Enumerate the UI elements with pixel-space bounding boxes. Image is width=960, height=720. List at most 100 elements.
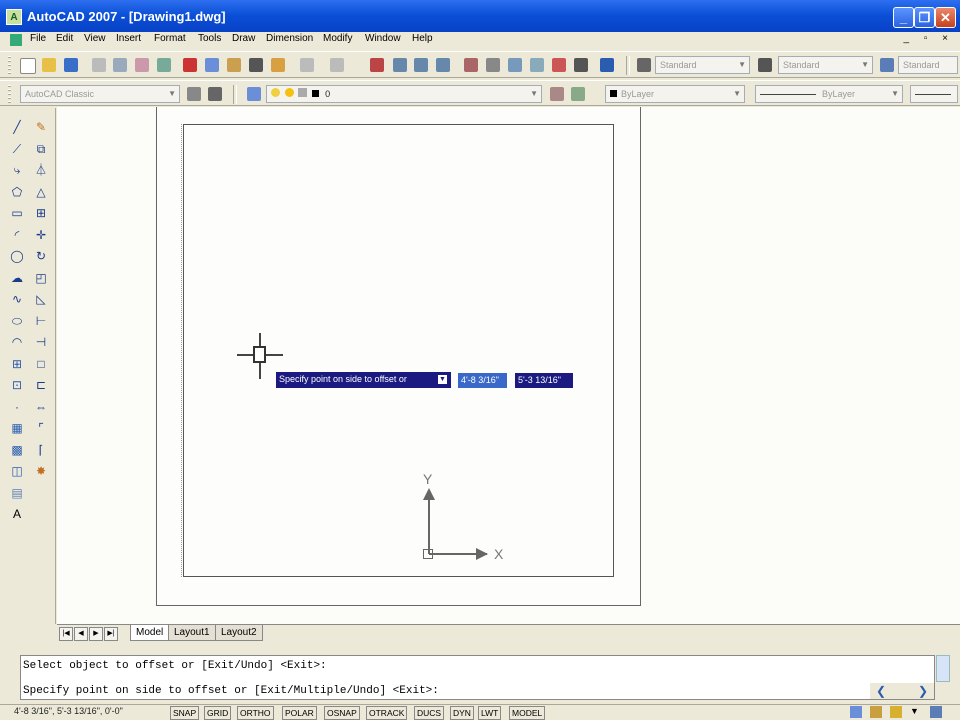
table-style-icon[interactable]	[880, 58, 894, 72]
menu-insert[interactable]: Insert	[116, 33, 141, 44]
osnap-toggle[interactable]: OSNAP	[324, 706, 360, 720]
array-icon[interactable]: ⊞	[34, 206, 48, 220]
make-object-layer-current-icon[interactable]	[550, 87, 564, 101]
lwt-toggle[interactable]: LWT	[478, 706, 502, 720]
point-icon[interactable]: ·	[10, 400, 24, 414]
sheet-set-icon[interactable]	[530, 58, 544, 72]
arc-icon[interactable]: ◜	[10, 228, 24, 242]
first-tab-button[interactable]: |◀	[59, 627, 73, 641]
ducs-toggle[interactable]: DUCS	[414, 706, 445, 720]
3d-dwf-icon[interactable]	[157, 58, 171, 72]
dim-style-select[interactable]: Standard ▼	[778, 56, 873, 74]
revision-cloud-icon[interactable]: ☁	[10, 271, 24, 285]
scroll-right-icon[interactable]: ❯	[918, 684, 928, 698]
ortho-toggle[interactable]: ORTHO	[237, 706, 274, 720]
text-style-select[interactable]: Standard ▼	[655, 56, 750, 74]
command-history[interactable]: Select object to offset or [Exit/Undo] <…	[20, 655, 935, 700]
rotate-icon[interactable]: ↻	[34, 249, 48, 263]
minimize-button[interactable]: _	[893, 7, 914, 28]
gradient-icon[interactable]: ▩	[10, 443, 24, 457]
spline-icon[interactable]: ∿	[10, 292, 24, 306]
command-scrollbar[interactable]	[936, 655, 950, 682]
toolbar-gripper[interactable]	[8, 85, 11, 103]
construction-line-icon[interactable]: ⟋	[10, 142, 24, 156]
menu-window[interactable]: Window	[365, 33, 401, 44]
last-tab-button[interactable]: ▶|	[104, 627, 118, 641]
design-center-icon[interactable]	[486, 58, 500, 72]
autocad-app-icon[interactable]: A	[6, 9, 22, 25]
document-window-controls[interactable]: _ ▫ ×	[903, 33, 954, 44]
quickcalc-icon[interactable]	[574, 58, 588, 72]
menu-file[interactable]: File	[30, 33, 46, 44]
copy-clip-icon[interactable]	[205, 58, 219, 72]
circle-icon[interactable]: ◯	[10, 249, 24, 263]
make-block-icon[interactable]: ⊡	[10, 378, 24, 392]
next-tab-button[interactable]: ▶	[89, 627, 103, 641]
publish-icon[interactable]	[135, 58, 149, 72]
erase-icon[interactable]: ✎	[34, 120, 48, 134]
layer-previous-icon[interactable]	[571, 87, 585, 101]
rectangle-icon[interactable]: ▭	[10, 206, 24, 220]
table-icon[interactable]: ▤	[10, 486, 24, 500]
restore-button[interactable]: ❐	[914, 7, 935, 28]
undo-icon[interactable]	[300, 58, 314, 72]
insert-block-icon[interactable]: ⊞	[10, 357, 24, 371]
menu-format[interactable]: Format	[154, 33, 186, 44]
model-paper-toggle[interactable]: MODEL	[509, 706, 546, 720]
break-icon[interactable]: ⊏	[34, 378, 48, 392]
menu-view[interactable]: View	[84, 33, 106, 44]
properties-icon[interactable]	[464, 58, 478, 72]
scroll-left-icon[interactable]: ❮	[876, 684, 886, 698]
help-icon[interactable]	[600, 58, 614, 72]
clean-screen-icon[interactable]	[930, 706, 942, 718]
menu-dimension[interactable]: Dimension	[266, 33, 313, 44]
status-menu-arrow-icon[interactable]: ▼	[910, 706, 919, 716]
scale-icon[interactable]: ◰	[34, 271, 48, 285]
close-button[interactable]: ✕	[935, 7, 956, 28]
offset-icon[interactable]: △	[34, 185, 48, 199]
pan-icon[interactable]	[370, 58, 384, 72]
communication-center-icon[interactable]	[850, 706, 862, 718]
paste-icon[interactable]	[227, 58, 241, 72]
menu-tools[interactable]: Tools	[198, 33, 221, 44]
workspace-select[interactable]: AutoCAD Classic ▼	[20, 85, 180, 103]
dynamic-input-x-field[interactable]: 4'-8 3/16"	[458, 373, 507, 388]
move-icon[interactable]: ✛	[34, 228, 48, 242]
menu-modify[interactable]: Modify	[323, 33, 352, 44]
layer-manager-icon[interactable]	[247, 87, 261, 101]
dynamic-input-y-field[interactable]: 5'-3 13/16"	[515, 373, 573, 388]
layer-select[interactable]: 0 ▼	[266, 85, 542, 103]
extend-icon[interactable]: ⊣	[34, 335, 48, 349]
polar-toggle[interactable]: POLAR	[282, 706, 317, 720]
join-icon[interactable]: ⇔	[34, 400, 48, 414]
redo-icon[interactable]	[330, 58, 344, 72]
polygon-icon[interactable]: ⬠	[10, 185, 24, 199]
menu-help[interactable]: Help	[412, 33, 433, 44]
mirror-icon[interactable]: ⏃	[34, 163, 48, 177]
tool-palettes-icon[interactable]	[508, 58, 522, 72]
markup-icon[interactable]	[552, 58, 566, 72]
stretch-icon[interactable]: ◺	[34, 292, 48, 306]
otrack-toggle[interactable]: OTRACK	[366, 706, 408, 720]
tab-model[interactable]: Model	[130, 625, 170, 641]
coordinate-display[interactable]: 4'-8 3/16", 5'-3 13/16", 0'-0"	[14, 706, 123, 716]
menu-edit[interactable]: Edit	[56, 33, 73, 44]
trim-icon[interactable]: ⊢	[34, 314, 48, 328]
grid-toggle[interactable]: GRID	[204, 706, 232, 720]
lineweight-select[interactable]	[910, 85, 958, 103]
zoom-previous-icon[interactable]	[436, 58, 450, 72]
tab-layout2[interactable]: Layout2	[215, 625, 263, 641]
document-icon[interactable]	[10, 34, 22, 46]
match-properties-icon[interactable]	[249, 58, 263, 72]
dim-style-icon[interactable]	[758, 58, 772, 72]
open-icon[interactable]	[42, 58, 56, 72]
zoom-window-icon[interactable]	[414, 58, 428, 72]
down-arrow-icon[interactable]: ▼	[438, 375, 447, 384]
linetype-select[interactable]: ByLayer ▼	[755, 85, 903, 103]
dyn-toggle[interactable]: DYN	[450, 706, 474, 720]
tab-layout1[interactable]: Layout1	[168, 625, 216, 641]
plot-preview-icon[interactable]	[113, 58, 127, 72]
workspace-settings-icon[interactable]	[187, 87, 201, 101]
lock-icon[interactable]	[890, 706, 902, 718]
block-editor-icon[interactable]	[271, 58, 285, 72]
